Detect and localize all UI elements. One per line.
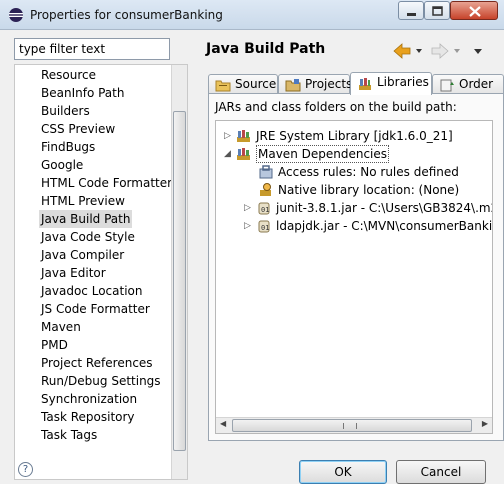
category-item[interactable]: HTML Preview bbox=[39, 192, 127, 210]
jar-icon: 01 bbox=[258, 220, 270, 233]
maximize-button[interactable] bbox=[424, 1, 450, 20]
view-menu-chevron-icon[interactable] bbox=[474, 49, 482, 54]
tree-horizontal-scrollbar[interactable]: ◀ ▶ bbox=[216, 417, 492, 433]
forward-menu-chevron-icon[interactable] bbox=[454, 49, 460, 53]
history-navigation bbox=[392, 42, 488, 60]
category-item[interactable]: Maven bbox=[39, 318, 83, 336]
category-tree: Resource BeanInfo Path Builders CSS Preview… bbox=[14, 64, 188, 480]
build-path-tabs: Source Projects Libraries Order bbox=[208, 72, 504, 95]
category-item[interactable]: Java Compiler bbox=[39, 246, 126, 264]
title-bar: Properties for consumerBanking bbox=[0, 0, 504, 30]
tree-node-access-rules[interactable]: Access rules: No rules defined bbox=[246, 163, 486, 181]
filter-input[interactable] bbox=[14, 38, 170, 60]
tree-node-ldapjdk-jar[interactable]: ▷ 01 ldapjdk.jar - C:\MVN\consumerBankin… bbox=[244, 217, 492, 235]
category-item[interactable]: Synchronization bbox=[39, 390, 139, 408]
category-scrollbar[interactable] bbox=[171, 65, 187, 479]
category-item[interactable]: Project References bbox=[39, 354, 155, 372]
category-item[interactable]: Java Editor bbox=[39, 264, 108, 282]
tree-scroll-thumb[interactable] bbox=[232, 419, 472, 432]
category-item[interactable]: BeanInfo Path bbox=[39, 84, 126, 102]
svg-text:01: 01 bbox=[261, 224, 269, 232]
tree-node-maven-dependencies[interactable]: ◢ Maven Dependencies bbox=[224, 145, 484, 163]
library-icon bbox=[237, 130, 250, 142]
jar-icon: 01 bbox=[258, 202, 270, 215]
forward-arrow-icon[interactable] bbox=[431, 43, 449, 59]
category-item[interactable]: CSS Preview bbox=[39, 120, 117, 138]
scroll-right-icon[interactable]: ▶ bbox=[482, 419, 488, 428]
category-item[interactable]: Task Repository bbox=[39, 408, 137, 426]
properties-page: Java Build Path Source Projects Librarie… bbox=[196, 36, 504, 448]
cancel-button[interactable]: Cancel bbox=[396, 460, 486, 484]
native-library-icon bbox=[260, 183, 271, 196]
category-item[interactable]: Run/Debug Settings bbox=[39, 372, 163, 390]
category-item[interactable]: Builders bbox=[39, 102, 92, 120]
tab-projects[interactable]: Projects bbox=[278, 74, 352, 94]
close-icon bbox=[469, 6, 481, 17]
ok-button[interactable]: OK bbox=[299, 460, 387, 484]
close-window-button[interactable] bbox=[450, 1, 498, 20]
category-item[interactable]: Javadoc Location bbox=[39, 282, 144, 300]
scroll-left-icon[interactable]: ◀ bbox=[220, 419, 226, 428]
collapsed-arrow-icon[interactable]: ▷ bbox=[244, 217, 254, 235]
build-path-tree: ▷ JRE System Library [jdk1.6.0_21] ◢ Mav… bbox=[215, 120, 493, 434]
tab-libraries[interactable]: Libraries bbox=[350, 72, 432, 95]
svg-text:01: 01 bbox=[261, 206, 269, 214]
source-folder-icon bbox=[215, 80, 231, 92]
library-icon bbox=[237, 148, 250, 160]
expanded-arrow-icon[interactable]: ◢ bbox=[224, 145, 234, 163]
category-item[interactable]: JS Code Formatter bbox=[39, 300, 152, 318]
category-pane: ResourceBeanInfo PathBuildersCSS Preview… bbox=[10, 36, 190, 480]
category-item[interactable]: Java Code Style bbox=[39, 228, 137, 246]
window-title: Properties for consumerBanking bbox=[30, 8, 223, 22]
category-item[interactable]: PMD bbox=[39, 336, 70, 354]
tree-node-jre-library[interactable]: ▷ JRE System Library [jdk1.6.0_21] bbox=[224, 127, 484, 145]
category-item[interactable]: Resource bbox=[39, 66, 98, 84]
tree-node-junit-jar[interactable]: ▷ 01 junit-3.8.1.jar - C:\Users\GB3824\.… bbox=[244, 199, 492, 217]
eclipse-icon bbox=[9, 8, 23, 22]
collapsed-arrow-icon[interactable]: ▷ bbox=[224, 127, 234, 145]
order-icon bbox=[440, 79, 454, 92]
page-title: Java Build Path bbox=[206, 41, 326, 57]
category-item[interactable]: Java Build Path bbox=[39, 210, 133, 228]
category-item[interactable]: Task Tags bbox=[39, 426, 99, 444]
access-rules-icon bbox=[259, 165, 273, 179]
category-scroll-thumb[interactable] bbox=[173, 111, 186, 451]
back-menu-chevron-icon[interactable] bbox=[416, 49, 422, 53]
category-item[interactable]: HTML Code Formatter bbox=[39, 174, 174, 192]
collapsed-arrow-icon[interactable]: ▷ bbox=[244, 199, 254, 217]
projects-icon bbox=[285, 79, 301, 92]
tab-order[interactable]: Order bbox=[432, 74, 504, 94]
tab-source[interactable]: Source bbox=[208, 74, 278, 94]
tree-node-native-library[interactable]: Native library location: (None) bbox=[246, 181, 486, 199]
jar-list-label: JARs and class folders on the build path… bbox=[215, 100, 457, 114]
dialog-footer: ? OK Cancel bbox=[0, 452, 504, 484]
help-icon[interactable]: ? bbox=[18, 462, 33, 477]
minimize-button[interactable] bbox=[398, 1, 424, 20]
category-item[interactable]: Google bbox=[39, 156, 85, 174]
category-item[interactable]: FindBugs bbox=[39, 138, 97, 156]
libraries-icon bbox=[359, 78, 371, 90]
minimize-icon bbox=[407, 13, 416, 16]
back-arrow-icon[interactable] bbox=[393, 43, 411, 59]
libraries-panel: JARs and class folders on the build path… bbox=[208, 93, 504, 441]
maximize-icon bbox=[432, 6, 443, 16]
